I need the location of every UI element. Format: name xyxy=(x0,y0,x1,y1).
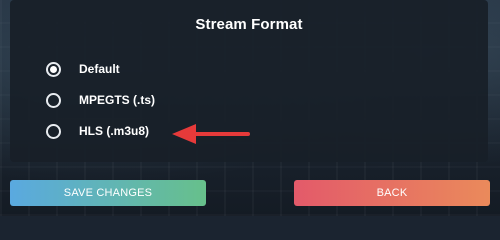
save-changes-button[interactable]: SAVE CHANGES xyxy=(10,180,206,206)
radio-hls[interactable] xyxy=(46,123,61,139)
option-hls[interactable]: HLS (.m3u8) xyxy=(46,121,149,141)
option-label-hls: HLS (.m3u8) xyxy=(79,124,150,138)
left-arrow-icon xyxy=(172,124,250,144)
stream-format-dialog: Stream Format Default MPEGTS (.ts) HLS (… xyxy=(10,0,488,162)
option-default[interactable]: Default xyxy=(46,59,120,79)
radio-mpegts[interactable] xyxy=(46,92,61,108)
option-label-default: Default xyxy=(79,62,120,76)
dialog-title: Stream Format xyxy=(195,16,303,33)
radio-default[interactable] xyxy=(46,61,61,77)
back-button[interactable]: BACK xyxy=(294,180,490,206)
option-mpegts[interactable]: MPEGTS (.ts) xyxy=(46,90,155,110)
option-label-mpegts: MPEGTS (.ts) xyxy=(79,93,156,107)
